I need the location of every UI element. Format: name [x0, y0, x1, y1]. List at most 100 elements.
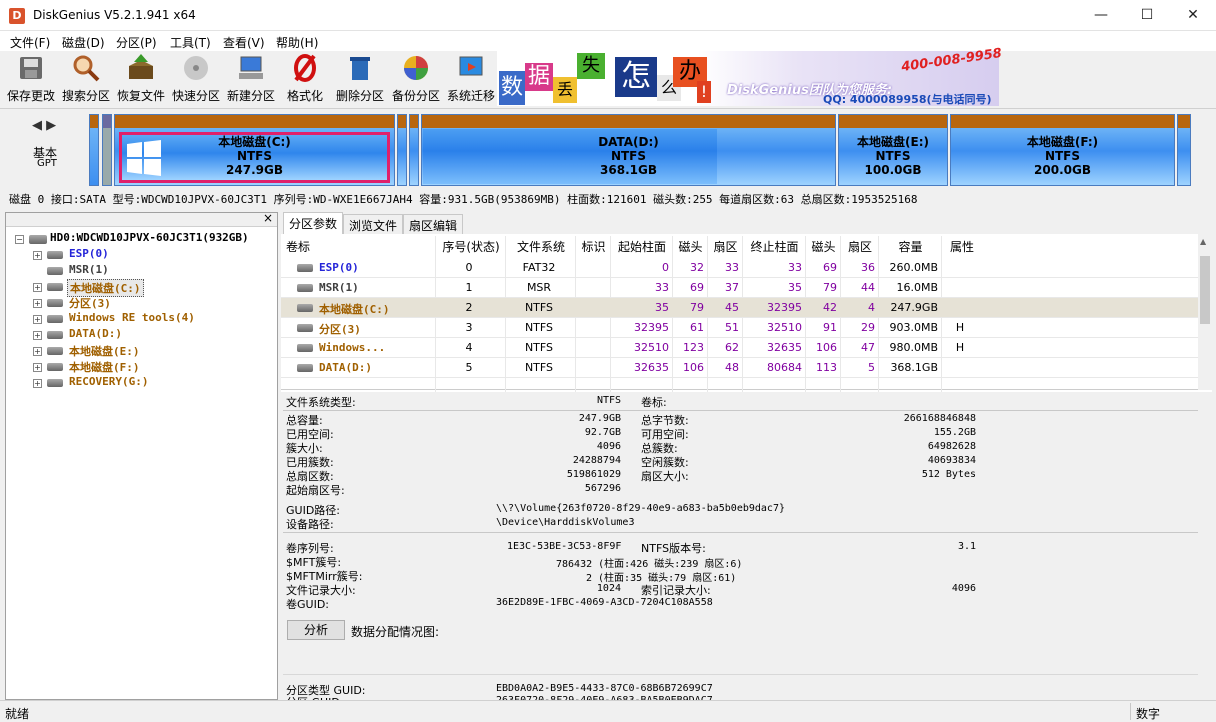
- table-cell: 16.0MB: [896, 281, 938, 294]
- tab-browse-files[interactable]: 浏览文件: [343, 214, 404, 234]
- column-header[interactable]: 文件系统: [506, 238, 576, 255]
- tree-disk-node[interactable]: HD0:WDCWD10JPVX-60JC3T1(932GB): [50, 231, 249, 244]
- support-banner[interactable]: 数 据 丢 失 怎 么 办 ! DiskGenius团队为您服务: 400-00…: [497, 46, 1003, 106]
- table-row[interactable]: ESP(0) 0 FAT32 0 32 33 33 69 36 260.0MB: [281, 258, 1198, 278]
- column-header[interactable]: 序号(状态): [436, 238, 506, 255]
- tree-expand-icon[interactable]: +: [33, 299, 42, 308]
- partition-icon: [297, 304, 313, 312]
- tab-partition-params[interactable]: 分区参数: [283, 212, 344, 234]
- partition-block-c[interactable]: 本地磁盘(C:) NTFS 247.9GB: [114, 114, 395, 186]
- tab-sector-edit[interactable]: 扇区编辑: [403, 214, 464, 234]
- partition-block-3[interactable]: [397, 114, 407, 186]
- info-value: 64982628: [927, 441, 976, 452]
- menu-view[interactable]: 查看(V): [223, 34, 265, 51]
- partition-block-e[interactable]: 本地磁盘(E:) NTFS 100.0GB: [838, 114, 948, 186]
- partition-d-fs: NTFS: [610, 149, 647, 163]
- system-migration-button[interactable]: 系统迁移: [445, 53, 497, 105]
- quick-partition-button[interactable]: 快速分区: [171, 53, 221, 105]
- tree-partition-node[interactable]: MSR(1): [69, 263, 109, 276]
- menu-tools[interactable]: 工具(T): [170, 34, 211, 51]
- table-row[interactable]: 分区(3) 3 NTFS 32395 61 51 32510 91 29 903.0MB H: [281, 318, 1198, 338]
- tree-expand-icon[interactable]: +: [33, 283, 42, 292]
- info-value: 40693834: [927, 455, 976, 466]
- table-cell: 44: [861, 281, 875, 294]
- partition-icon: [297, 284, 313, 292]
- delete-partition-button[interactable]: 删除分区: [334, 53, 386, 105]
- info-value: 92.7GB: [584, 427, 621, 438]
- column-header[interactable]: 标识: [576, 238, 611, 255]
- table-cell: NTFS: [524, 341, 554, 354]
- new-partition-button[interactable]: 新建分区: [225, 53, 277, 105]
- app-icon: D: [9, 8, 25, 24]
- partition-block-d[interactable]: DATA(D:) NTFS 368.1GB: [421, 114, 836, 186]
- partition-block-msr[interactable]: [102, 114, 112, 186]
- table-cell: 4: [465, 341, 473, 354]
- tree-close-icon[interactable]: ×: [263, 211, 273, 225]
- computer-icon: [239, 56, 263, 79]
- table-cell: 123: [683, 341, 704, 354]
- table-row[interactable]: MSR(1) 1 MSR 33 69 37 35 79 44 16.0MB: [281, 278, 1198, 298]
- tree-partition-node[interactable]: DATA(D:): [69, 327, 122, 340]
- tree-partition-node[interactable]: RECOVERY(G:): [69, 375, 148, 388]
- disk-nav-arrows[interactable]: ◀ ▶: [32, 118, 56, 133]
- tree-expand-icon[interactable]: +: [33, 315, 42, 324]
- close-button[interactable]: ✕: [1170, 0, 1216, 31]
- format-button[interactable]: 格式化: [283, 53, 327, 105]
- tree-expand-icon[interactable]: +: [33, 379, 42, 388]
- column-header[interactable]: 磁头: [806, 238, 841, 255]
- analyze-button[interactable]: 分析: [287, 620, 345, 640]
- table-row[interactable]: Windows... 4 NTFS 32510 123 62 32635 106 47 980.0…: [281, 338, 1198, 358]
- partition-info-panel: 文件系统类型: NTFS 卷标: 总容量: 247.9GB 已用空间: 92.7GB 簇…: [281, 392, 1212, 706]
- column-header[interactable]: 属性: [942, 238, 982, 255]
- table-cell: 47: [861, 341, 875, 354]
- column-header[interactable]: 终止柱面: [743, 238, 806, 255]
- table-cell: 79: [823, 281, 837, 294]
- tree-partition-node[interactable]: ESP(0): [69, 247, 109, 260]
- column-header[interactable]: 卷标: [286, 238, 436, 255]
- tree-expand-icon[interactable]: +: [33, 331, 42, 340]
- menu-partition[interactable]: 分区(P): [116, 34, 157, 51]
- mft-cluster-value: 786432 (柱面:426 磁头:239 扇区:6): [556, 559, 743, 570]
- minimize-button[interactable]: —: [1078, 0, 1124, 31]
- column-header[interactable]: 扇区: [708, 238, 743, 255]
- menu-file[interactable]: 文件(F): [10, 34, 50, 51]
- save-changes-button[interactable]: 保存更改: [5, 53, 57, 105]
- tree-partition-node[interactable]: 分区(3): [69, 295, 111, 311]
- partition-icon: [47, 299, 63, 307]
- table-cell: 79: [690, 301, 704, 314]
- table-cell: 2: [465, 301, 473, 314]
- table-row[interactable]: 本地磁盘(C:) 2 NTFS 35 79 45 32395 42 4 247.9GB: [281, 298, 1198, 318]
- table-cell: 33: [788, 261, 802, 274]
- tree-expand-icon[interactable]: +: [33, 347, 42, 356]
- index-record-size-value: 4096: [951, 583, 976, 594]
- tree-partition-node[interactable]: Windows RE tools(4): [69, 311, 195, 324]
- info-value: 519861029: [566, 469, 621, 480]
- column-header[interactable]: 起始柱面: [611, 238, 673, 255]
- info-value: 247.9GB: [578, 413, 621, 424]
- backup-partition-button[interactable]: 备份分区: [390, 53, 442, 105]
- partition-block-4[interactable]: [409, 114, 419, 186]
- table-cell: FAT32: [522, 261, 556, 274]
- tree-expand-icon[interactable]: +: [33, 363, 42, 372]
- banner-qq: QQ: 4000089958(与电话同号): [823, 93, 992, 106]
- partition-block-f[interactable]: 本地磁盘(F:) NTFS 200.0GB: [950, 114, 1175, 186]
- column-header[interactable]: 扇区: [841, 238, 879, 255]
- partition-type-guid-value: EBD0A0A2-B9E5-4433-87C0-68B6B72699C7: [496, 683, 713, 694]
- table-scrollbar[interactable]: ▲: [1198, 234, 1212, 390]
- menu-help[interactable]: 帮助(H): [276, 34, 318, 51]
- table-row[interactable]: DATA(D:) 5 NTFS 32635 106 48 80684 113 5 368.1GB: [281, 358, 1198, 378]
- tree-expand-icon[interactable]: +: [33, 251, 42, 260]
- maximize-button[interactable]: ☐: [1124, 0, 1170, 31]
- partition-block-esp[interactable]: [89, 114, 99, 186]
- partition-icon: [297, 264, 313, 272]
- menu-disk[interactable]: 磁盘(D): [62, 34, 105, 51]
- column-header[interactable]: 容量: [879, 238, 942, 255]
- table-cell: 260.0MB: [889, 261, 938, 274]
- tree-partition-node[interactable]: 本地磁盘(E:): [69, 343, 140, 359]
- search-partition-button[interactable]: 搜索分区: [61, 53, 111, 105]
- tree-expand-icon[interactable]: −: [15, 235, 24, 244]
- recover-files-button[interactable]: 恢复文件: [115, 53, 167, 105]
- column-header[interactable]: 磁头: [673, 238, 708, 255]
- tree-partition-node[interactable]: 本地磁盘(F:): [69, 359, 140, 375]
- partition-block-recovery[interactable]: [1177, 114, 1191, 186]
